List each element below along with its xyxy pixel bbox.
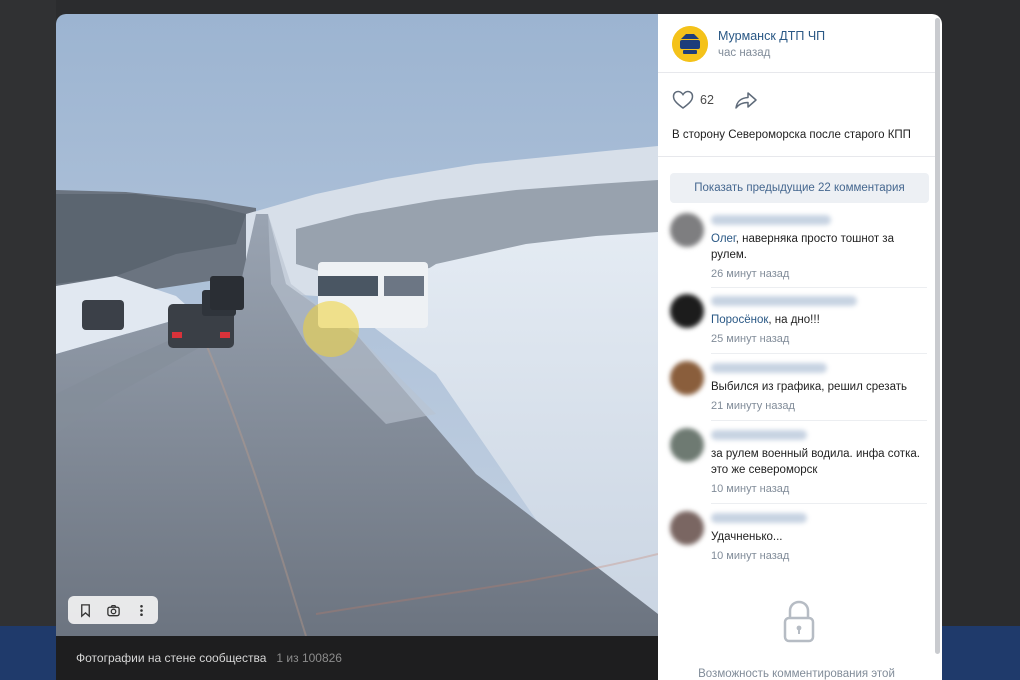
post-time[interactable]: час назад — [718, 47, 825, 59]
commenter-avatar[interactable] — [670, 428, 704, 462]
comment-text: Удачненько... — [711, 531, 783, 543]
comment-separator — [711, 353, 927, 354]
post-caption: В сторону Североморска после старого КПП — [672, 129, 911, 141]
heart-icon — [672, 90, 694, 109]
comment-text-body: , на дно!!! — [768, 314, 820, 326]
post-actions: 62 — [672, 90, 758, 110]
commenter-avatar[interactable] — [670, 511, 704, 545]
like-count: 62 — [700, 93, 714, 107]
commenter-avatar[interactable] — [670, 361, 704, 395]
comment-text: за рулем военный водила. инфа сотка. это… — [711, 448, 920, 476]
post-sidebar: Мурманск ДТП ЧП час назад 62 В сторону С… — [658, 14, 942, 680]
comment-body: Выбился из графика, решил срезать 21 мин… — [711, 361, 927, 412]
author-name[interactable]: Мурманск ДТП ЧП — [718, 29, 825, 43]
album-link[interactable]: Фотографии на стене сообщества — [76, 651, 266, 665]
photo-counter: 1 из 100826 — [276, 651, 342, 665]
camera-icon — [106, 604, 120, 616]
comment-mention[interactable]: Поросёнок — [711, 314, 768, 326]
commenter-avatar[interactable] — [670, 294, 704, 328]
bookmark-button[interactable] — [72, 598, 98, 622]
comment-body: Удачненько... 10 минут назад — [711, 511, 927, 562]
like-button[interactable]: 62 — [672, 90, 714, 110]
comment-time[interactable]: 25 минут назад — [711, 333, 927, 345]
author-meta: Мурманск ДТП ЧП час назад — [718, 29, 825, 59]
more-vertical-icon — [139, 604, 143, 616]
comment-separator — [711, 420, 927, 421]
comment-time[interactable]: 26 минут назад — [711, 268, 927, 280]
comment-body: Олег, наверняка просто тошнот за рулем. … — [711, 213, 927, 280]
share-arrow-icon — [735, 92, 757, 109]
comment-body: за рулем военный водила. инфа сотка. это… — [711, 428, 927, 495]
comment-text-body: , наверняка просто тошнот за рулем. — [711, 233, 894, 261]
photo-toolbar — [68, 596, 158, 624]
comment-time[interactable]: 10 минут назад — [711, 483, 927, 495]
bookmark-icon — [80, 603, 90, 618]
comment-text: Поросёнок, на дно!!! — [711, 312, 927, 328]
commenter-name[interactable] — [711, 513, 807, 523]
comment-body: Поросёнок, на дно!!! 25 минут назад — [711, 294, 927, 345]
comment-mention[interactable]: Олег — [711, 233, 736, 245]
sidebar-scrollbar[interactable] — [935, 18, 940, 654]
commenter-name[interactable] — [711, 215, 831, 225]
photo-footer: Фотографии на стене сообщества 1 из 1008… — [56, 636, 658, 680]
comment-text: Выбился из графика, решил срезать — [711, 381, 907, 393]
show-previous-comments-button[interactable]: Показать предыдущие 22 комментария — [670, 173, 929, 203]
community-logo-icon — [672, 26, 708, 62]
more-button[interactable] — [128, 598, 154, 622]
comments-closed-notice: Возможность комментирования этой — [698, 668, 895, 680]
commenter-name[interactable] — [711, 430, 807, 440]
camera-button[interactable] — [100, 598, 126, 622]
divider — [658, 156, 935, 157]
page-backdrop-left — [0, 0, 56, 680]
lock-icon — [783, 600, 815, 643]
commenter-name[interactable] — [711, 296, 857, 306]
comment-time[interactable]: 21 минуту назад — [711, 400, 927, 412]
post-author: Мурманск ДТП ЧП час назад — [672, 26, 825, 62]
comment-separator — [711, 287, 927, 288]
photo-viewer: Фотографии на стене сообщества 1 из 1008… — [56, 14, 942, 680]
comment-separator — [711, 503, 927, 504]
comment-time[interactable]: 10 минут назад — [711, 550, 927, 562]
share-button[interactable] — [734, 90, 758, 110]
road-photo-image — [56, 14, 658, 636]
photo[interactable] — [56, 14, 658, 636]
commenter-name[interactable] — [711, 363, 827, 373]
community-avatar[interactable] — [672, 26, 708, 62]
commenter-avatar[interactable] — [670, 213, 704, 247]
comment-text: Олег, наверняка просто тошнот за рулем. — [711, 231, 927, 263]
divider — [658, 72, 935, 73]
